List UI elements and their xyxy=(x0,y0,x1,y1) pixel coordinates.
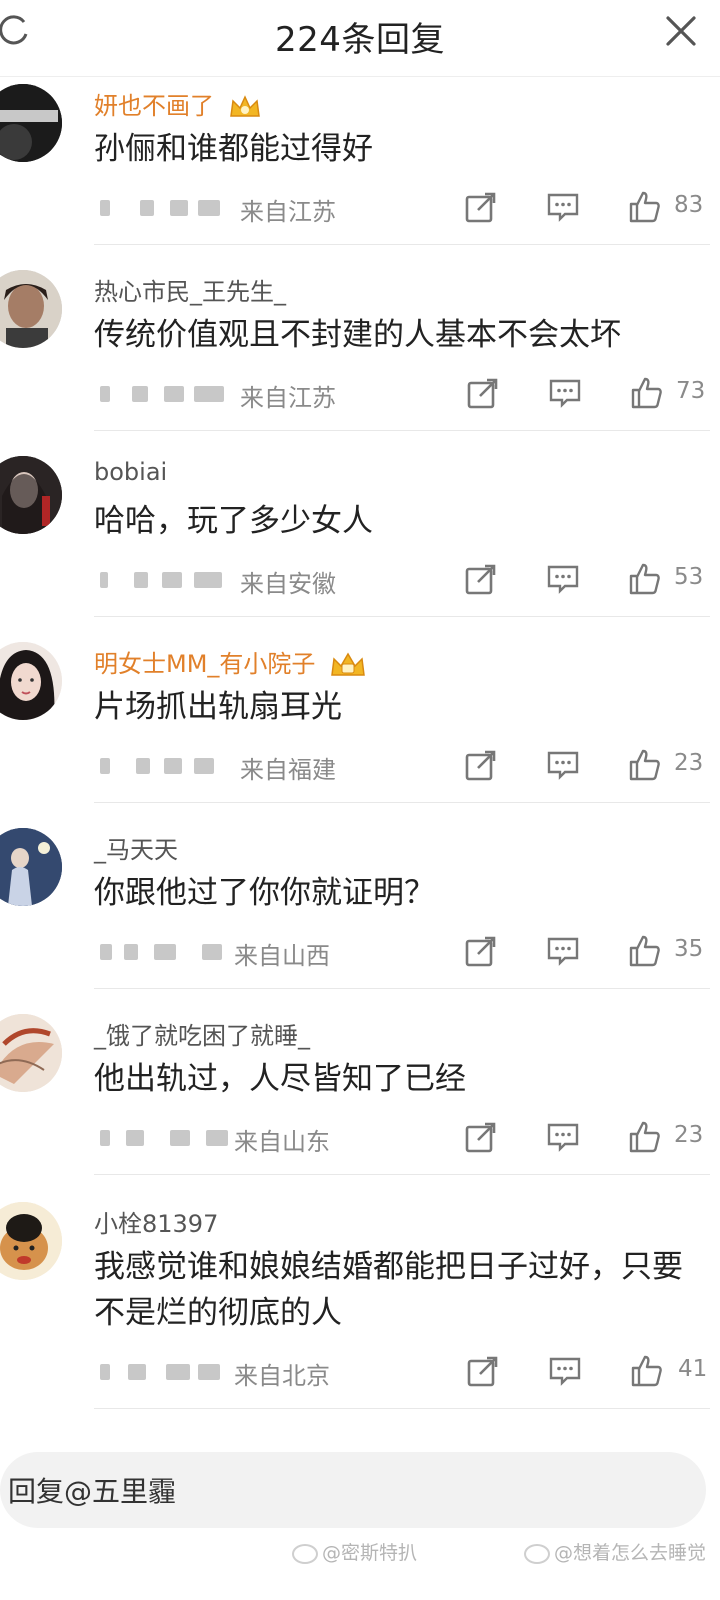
close-icon[interactable] xyxy=(664,14,698,48)
like-count: 23 xyxy=(674,750,704,776)
like-icon[interactable] xyxy=(628,1120,662,1154)
share-icon[interactable] xyxy=(464,934,498,968)
comment-icon[interactable] xyxy=(548,1354,582,1388)
avatar[interactable] xyxy=(0,642,62,720)
username[interactable]: 妍也不画了 xyxy=(94,86,262,121)
comment-icon[interactable] xyxy=(546,562,580,596)
divider xyxy=(94,244,710,245)
avatar[interactable] xyxy=(0,1014,62,1092)
avatar[interactable] xyxy=(0,456,62,534)
like-icon[interactable] xyxy=(628,748,662,782)
share-icon[interactable] xyxy=(464,748,498,782)
username[interactable]: bobiai xyxy=(94,458,167,486)
weibo-logo-icon xyxy=(292,1543,318,1564)
divider xyxy=(94,802,710,803)
crown-icon xyxy=(229,95,260,117)
page-title: 224条回复 xyxy=(275,20,445,60)
like-count: 73 xyxy=(676,378,706,404)
comment-meta: 来自北京 41 xyxy=(94,1354,710,1390)
comment-text: 传统价值观且不封建的人基本不会太坏 xyxy=(94,317,621,353)
like-icon[interactable] xyxy=(630,376,664,410)
username[interactable]: _马天天 xyxy=(94,830,178,865)
like-icon[interactable] xyxy=(628,562,662,596)
comment-meta: 来自江苏 83 xyxy=(94,190,710,226)
share-icon[interactable] xyxy=(466,1354,500,1388)
share-icon[interactable] xyxy=(466,376,500,410)
share-icon[interactable] xyxy=(464,562,498,596)
comment-text: 哈哈，玩了多少女人 xyxy=(94,503,373,539)
username[interactable]: 明女士MM_有小院子 xyxy=(94,644,367,679)
comment-icon[interactable] xyxy=(548,376,582,410)
location-label: 来自北京 xyxy=(234,1362,330,1390)
comment-meta: 来自江苏 73 xyxy=(94,376,710,412)
like-count: 53 xyxy=(674,564,704,590)
divider xyxy=(94,988,710,989)
comment-text: 你跟他过了你你就证明？ xyxy=(94,875,435,911)
crown-icon xyxy=(331,652,365,676)
watermark: @想着怎么去睡觉 xyxy=(524,1538,706,1565)
comment-icon[interactable] xyxy=(546,748,580,782)
comment-meta: 来自安徽 53 xyxy=(94,562,710,598)
like-count: 41 xyxy=(678,1356,708,1382)
comment-icon[interactable] xyxy=(546,1120,580,1154)
watermark: @密斯特扒 xyxy=(292,1538,417,1565)
comment-text: 孙俪和谁都能过得好 xyxy=(94,131,373,167)
avatar[interactable] xyxy=(0,84,62,162)
blurred-time xyxy=(94,380,234,406)
comment-text: 他出轨过，人尽皆知了已经 xyxy=(94,1061,466,1097)
location-label: 来自江苏 xyxy=(240,198,336,226)
like-icon[interactable] xyxy=(628,934,662,968)
like-icon[interactable] xyxy=(628,190,662,224)
avatar[interactable] xyxy=(0,828,62,906)
location-label: 来自江苏 xyxy=(240,384,336,412)
blurred-time xyxy=(94,566,234,592)
avatar[interactable] xyxy=(0,1202,62,1280)
username[interactable]: 小栓81397 xyxy=(94,1204,218,1239)
weibo-logo-icon xyxy=(524,1543,550,1564)
divider xyxy=(94,430,710,431)
blurred-time xyxy=(94,752,234,778)
divider xyxy=(94,1408,710,1409)
header: 224条回复 xyxy=(0,0,720,77)
blurred-time xyxy=(94,1124,234,1150)
reply-input[interactable]: 回复@五里霾 xyxy=(0,1452,706,1528)
comment-icon[interactable] xyxy=(546,190,580,224)
comment-text: 我感觉谁和娘娘结婚都能把日子过好，只要不是烂的彻底的人 xyxy=(94,1249,683,1331)
comment-icon[interactable] xyxy=(546,934,580,968)
blurred-time xyxy=(94,938,234,964)
comment-text: 片场抓出轨扇耳光 xyxy=(94,689,342,725)
username[interactable]: 热心市民_王先生_ xyxy=(94,272,286,307)
like-count: 35 xyxy=(674,936,704,962)
avatar[interactable] xyxy=(0,270,62,348)
location-label: 来自山东 xyxy=(234,1128,330,1156)
divider xyxy=(94,616,710,617)
username[interactable]: _饿了就吃困了就睡_ xyxy=(94,1016,310,1051)
comment-meta: 来自山西 35 xyxy=(94,934,710,970)
share-icon[interactable] xyxy=(464,1120,498,1154)
location-label: 来自福建 xyxy=(240,756,336,784)
location-label: 来自安徽 xyxy=(240,570,336,598)
comment-meta: 来自山东 23 xyxy=(94,1120,710,1156)
like-count: 23 xyxy=(674,1122,704,1148)
location-label: 来自山西 xyxy=(234,942,330,970)
like-count: 83 xyxy=(674,192,704,218)
divider xyxy=(94,1174,710,1175)
like-icon[interactable] xyxy=(630,1354,664,1388)
comment-meta: 来自福建 23 xyxy=(94,748,710,784)
blurred-time xyxy=(94,194,234,220)
share-icon[interactable] xyxy=(464,190,498,224)
reply-placeholder: 回复@五里霾 xyxy=(8,1475,177,1508)
blurred-time xyxy=(94,1358,234,1384)
